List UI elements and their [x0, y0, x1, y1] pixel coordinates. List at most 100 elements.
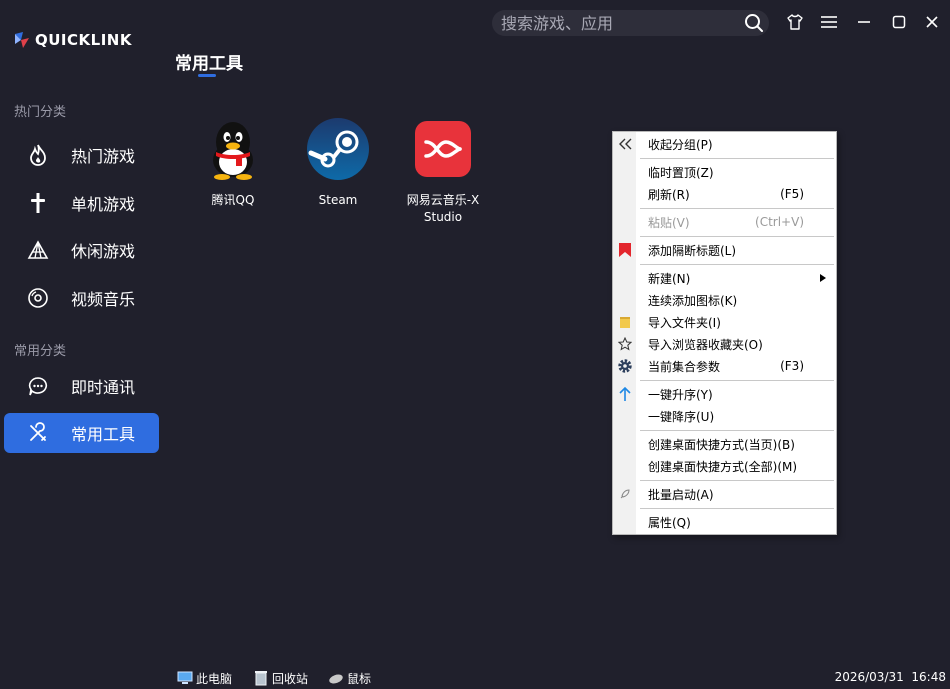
flame-icon	[27, 144, 49, 166]
search-bar[interactable]	[492, 10, 769, 36]
section-title-common: 常用分类	[14, 344, 67, 359]
menu-item-collection-params[interactable]: 当前集合参数 (F3)	[648, 356, 828, 376]
maximize-icon[interactable]	[889, 12, 909, 32]
menu-item-label: 属性(Q)	[648, 515, 691, 530]
context-menu: 收起分组(P) 临时置顶(Z) 刷新(R) (F5) 粘贴(V) (Ctrl+V) …	[612, 131, 837, 535]
search-icon[interactable]	[743, 12, 765, 38]
menu-item-label: 批量启动(A)	[648, 487, 714, 502]
menu-item-collapse-group[interactable]: 收起分组(P)	[648, 134, 828, 154]
menu-item-label: 一键降序(U)	[648, 409, 715, 424]
clock-time: 16:48	[911, 670, 946, 684]
sidebar-item-label: 即时通讯	[71, 378, 136, 397]
title-underline	[198, 74, 216, 77]
menu-item-shortcut: (F3)	[780, 359, 804, 373]
menu-icon[interactable]	[819, 12, 839, 32]
menu-separator	[640, 480, 834, 481]
menu-item-label: 创建桌面快捷方式(全部)(M)	[648, 459, 798, 474]
sidebar-item-label: 常用工具	[71, 425, 136, 444]
menu-item-label: 连续添加图标(K)	[648, 293, 738, 308]
disc-icon	[27, 287, 49, 309]
sidebar-item-label: 单机游戏	[71, 195, 136, 214]
menu-item-label: 添加隔断标题(L)	[648, 243, 737, 258]
tent-icon	[27, 239, 49, 261]
double-chevron-left-icon	[617, 136, 633, 152]
minimize-icon[interactable]	[854, 12, 874, 32]
submenu-arrow-icon	[820, 271, 826, 285]
menu-item-new[interactable]: 新建(N)	[648, 268, 828, 288]
menu-item-shortcut: (F5)	[780, 187, 804, 201]
taskbar-clock: 2026/03/31 16:48	[835, 670, 946, 684]
sidebar-item-single-games[interactable]: 单机游戏	[4, 183, 159, 223]
sidebar-item-label: 热门游戏	[71, 147, 136, 166]
context-menu-icon-strip	[613, 132, 636, 534]
menu-separator	[640, 264, 834, 265]
app-tile-steam[interactable]: Steam	[298, 118, 378, 209]
menu-separator	[640, 158, 834, 159]
sidebar-item-tools[interactable]: 常用工具	[4, 413, 159, 453]
menu-item-label: 刷新(R)	[648, 187, 690, 202]
qq-penguin-icon	[202, 118, 264, 180]
app-tile-qq[interactable]: 腾讯QQ	[193, 118, 273, 209]
steam-icon	[307, 118, 369, 180]
taskbar-item-mouse[interactable]: 鼠标	[328, 669, 371, 687]
star-icon	[617, 336, 633, 352]
menu-item-import-bookmarks[interactable]: 导入浏览器收藏夹(O)	[648, 334, 828, 354]
app-label: Steam	[318, 193, 358, 207]
menu-item-sort-desc[interactable]: 一键降序(U)	[648, 406, 828, 426]
sidebar-item-label: 休闲游戏	[71, 242, 136, 261]
close-icon[interactable]	[922, 12, 942, 32]
gear-icon	[617, 358, 633, 374]
menu-item-label: 临时置顶(Z)	[648, 165, 714, 180]
menu-separator	[640, 508, 834, 509]
menu-item-pin-top[interactable]: 临时置顶(Z)	[648, 162, 828, 182]
sidebar-item-hot-games[interactable]: 热门游戏	[4, 135, 159, 175]
mouse-icon	[328, 670, 344, 686]
taskbar-item-label: 此电脑	[196, 671, 233, 686]
quicklink-logo-icon	[12, 30, 32, 50]
sidebar-item-video-music[interactable]: 视频音乐	[4, 278, 159, 318]
taskbar-item-label: 回收站	[272, 671, 309, 686]
section-title-hot: 热门分类	[14, 105, 67, 120]
logo-text: QUICKLINK	[35, 31, 132, 49]
menu-item-label: 收起分组(P)	[648, 137, 713, 152]
sword-icon	[27, 192, 49, 214]
menu-item-label: 当前集合参数	[648, 359, 721, 374]
menu-item-import-folder[interactable]: 导入文件夹(I)	[648, 312, 828, 332]
app-logo: QUICKLINK	[12, 30, 132, 50]
search-input[interactable]	[501, 13, 731, 33]
menu-item-label: 一键升序(Y)	[648, 387, 713, 402]
menu-item-shortcut: (Ctrl+V)	[755, 215, 804, 229]
menu-separator	[640, 208, 834, 209]
menu-item-label: 导入文件夹(I)	[648, 315, 721, 330]
rocket-icon	[617, 486, 633, 502]
menu-item-refresh[interactable]: 刷新(R) (F5)	[648, 184, 828, 204]
chat-bubble-icon	[27, 375, 49, 397]
menu-item-add-divider-title[interactable]: 添加隔断标题(L)	[648, 240, 828, 260]
sidebar-item-im[interactable]: 即时通讯	[4, 366, 159, 406]
menu-separator	[640, 380, 834, 381]
sidebar-item-casual-games[interactable]: 休闲游戏	[4, 230, 159, 270]
taskbar-item-label: 鼠标	[347, 671, 372, 686]
computer-icon	[177, 670, 193, 686]
taskbar-item-recycle-bin[interactable]: 回收站	[253, 669, 308, 687]
app-label: 腾讯QQ	[211, 193, 255, 207]
clock-date: 2026/03/31	[834, 670, 904, 684]
page-title: 常用工具	[175, 54, 243, 74]
menu-item-label: 导入浏览器收藏夹(O)	[648, 337, 763, 352]
sidebar: QUICKLINK 热门分类 热门游戏 单机游戏 休闲游戏 视频音乐 常用分类 …	[0, 0, 165, 689]
taskbar-item-computer[interactable]: 此电脑	[177, 669, 232, 687]
menu-item-sort-asc[interactable]: 一键升序(Y)	[648, 384, 828, 404]
app-tile-x-studio[interactable]: 网易云音乐-X Studio	[403, 118, 483, 226]
x-studio-icon	[412, 118, 474, 180]
menu-item-label: 新建(N)	[648, 271, 691, 286]
menu-item-batch-launch[interactable]: 批量启动(A)	[648, 484, 828, 504]
menu-item-shortcut-all[interactable]: 创建桌面快捷方式(全部)(M)	[648, 456, 828, 476]
skin-shirt-icon[interactable]	[785, 12, 805, 32]
menu-item-shortcut-current[interactable]: 创建桌面快捷方式(当页)(B)	[648, 434, 828, 454]
arrow-up-icon	[617, 386, 633, 402]
menu-item-batch-add-icons[interactable]: 连续添加图标(K)	[648, 290, 828, 310]
menu-separator	[640, 236, 834, 237]
menu-item-label: 粘贴(V)	[648, 215, 690, 230]
menu-item-properties[interactable]: 属性(Q)	[648, 512, 828, 532]
bookmark-icon	[617, 242, 633, 258]
